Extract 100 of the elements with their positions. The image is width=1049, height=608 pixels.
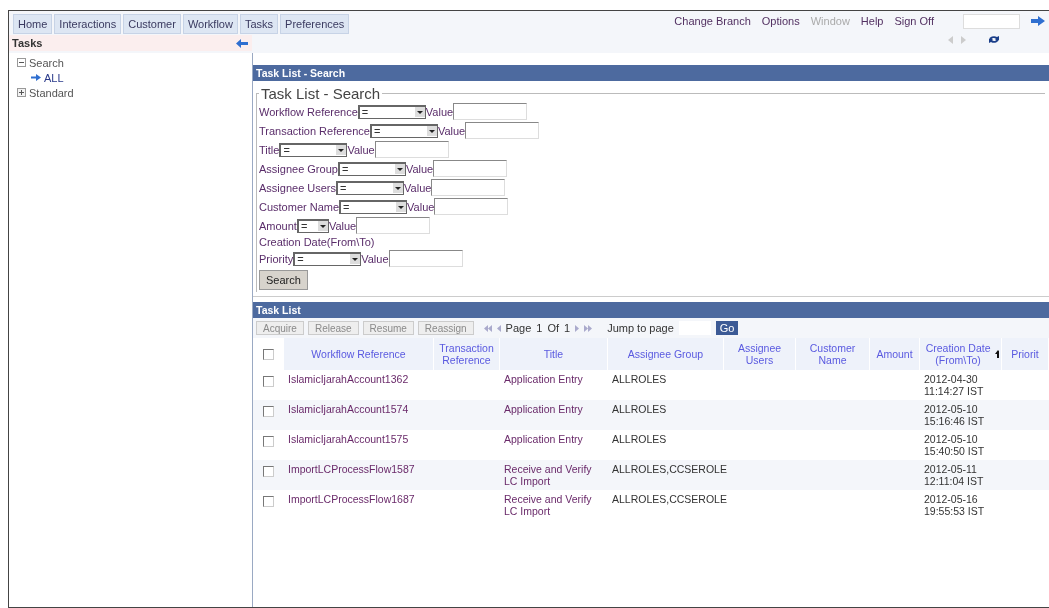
operator-dropdown[interactable]: = [337, 161, 406, 176]
table-cell: IslamicIjarahAccount1362 [288, 373, 409, 385]
table-cell: IslamicIjarahAccount1575 [288, 433, 409, 445]
top-link[interactable]: Help [860, 15, 884, 27]
column-header[interactable]: Customer Name [796, 338, 870, 370]
section-header: Task List - Search [253, 65, 1049, 81]
field-label: Amount [259, 219, 297, 232]
column-header[interactable]: Assignee Group [608, 338, 724, 370]
value-field[interactable] [453, 103, 528, 120]
panel-title: Tasks [12, 37, 43, 49]
row-checkbox[interactable] [263, 376, 274, 387]
operator-dropdown[interactable]: = [357, 104, 426, 119]
table-cell: ImportLCProcessFlow1687 [288, 493, 415, 505]
value-label: Value [404, 181, 432, 194]
field-label: Customer Name [259, 200, 340, 213]
menu-tab[interactable]: Tasks [239, 14, 279, 34]
value-field[interactable] [356, 217, 431, 234]
table-cell: 2012-05-11 12:11:04 IST [924, 463, 984, 487]
column-header[interactable]: Workflow Reference [284, 338, 434, 370]
field-label: Workflow Reference [259, 105, 358, 118]
operator-dropdown[interactable]: = [279, 142, 348, 157]
menu-tab[interactable]: Customer [123, 14, 181, 34]
menu-tab[interactable]: Preferences [280, 14, 350, 34]
value-field[interactable] [388, 250, 463, 267]
field-label: Assignee Users [259, 181, 337, 194]
expand-icon[interactable] [17, 88, 26, 97]
row-checkbox[interactable] [263, 436, 274, 447]
field-label: Transaction Reference [259, 124, 370, 137]
jump-label: Jump to page [607, 322, 674, 334]
value-label: Value [361, 252, 389, 265]
table-cell: 2012-04-30 11:14:27 IST [924, 373, 984, 397]
table-cell: ALLROLES,CCSEROLE [612, 493, 727, 505]
table-cell: ALLROLES [612, 373, 667, 385]
column-header[interactable]: Priorit [1002, 338, 1049, 370]
table-cell: Application Entry [504, 403, 583, 415]
go-button[interactable]: Go [715, 321, 739, 335]
arrow-right-icon[interactable] [1031, 16, 1045, 26]
form-legend: Task List - Search [259, 85, 383, 102]
value-label: Value [425, 105, 454, 118]
column-header[interactable]: Transaction Reference [434, 338, 500, 370]
value-label: Value [405, 162, 434, 175]
value-field[interactable] [433, 160, 508, 177]
field-label: Creation Date(From\To) [259, 236, 375, 248]
operator-dropdown[interactable]: = [339, 199, 408, 214]
table-cell: ALLROLES [612, 403, 667, 415]
top-link[interactable]: Change Branch [674, 15, 751, 27]
table-row[interactable]: IslamicIjarahAccount1574 Application Entry ALLROLES 2012-05-10 15:16:46 IST [253, 400, 1049, 430]
select-all-checkbox[interactable] [263, 348, 274, 360]
collapse-icon[interactable] [17, 58, 26, 67]
row-checkbox[interactable] [263, 466, 274, 477]
page-number: 1 [536, 322, 543, 334]
value-field[interactable] [465, 122, 540, 139]
column-header[interactable]: Title [500, 338, 608, 370]
tree-item[interactable]: Search [29, 56, 64, 69]
column-header[interactable]: Creation Date (From\To) [920, 338, 1002, 370]
table-cell: ImportLCProcessFlow1587 [288, 463, 415, 475]
page-label: Page [505, 322, 532, 334]
table-cell: 2012-05-10 15:40:50 IST [924, 433, 985, 457]
value-label: Value [347, 143, 375, 156]
table-cell: Receive and Verify LC Import [504, 493, 592, 517]
arrow-right-icon [31, 74, 41, 81]
column-header[interactable]: Assignee Users [724, 338, 796, 370]
column-header[interactable]: Amount [870, 338, 920, 370]
tree-item[interactable]: ALL [44, 71, 64, 84]
field-label: Priority [259, 252, 294, 265]
of-label: Of [547, 322, 559, 334]
value-label: Value [437, 124, 466, 137]
table-cell: IslamicIjarahAccount1574 [288, 403, 409, 415]
value-field[interactable] [431, 179, 506, 196]
tree-item[interactable]: Standard [29, 86, 74, 99]
refresh-icon[interactable] [988, 35, 1000, 44]
search-field[interactable] [963, 13, 1020, 29]
field-label: Title [259, 143, 280, 156]
value-label: Value [407, 200, 435, 213]
field-label: Assignee Group [259, 162, 338, 175]
menu-tab[interactable]: Workflow [182, 14, 238, 34]
search-button[interactable]: Search [259, 270, 308, 290]
value-field[interactable] [374, 141, 449, 158]
operator-dropdown[interactable]: = [336, 180, 405, 195]
value-label: Value [328, 219, 357, 232]
table-cell: 2012-05-10 15:16:46 IST [924, 403, 985, 427]
section-header: Task List [253, 302, 1049, 318]
table-cell: Application Entry [504, 433, 583, 445]
table-cell: ALLROLES [612, 433, 667, 445]
menu-tab[interactable]: Home [13, 14, 53, 34]
table-cell: Receive and Verify LC Import [504, 463, 592, 487]
row-checkbox[interactable] [263, 496, 274, 507]
page-total: 1 [564, 322, 571, 334]
operator-dropdown[interactable]: = [369, 123, 438, 138]
table-row[interactable]: ImportLCProcessFlow1587 Receive and Verify LC Import ALLROLES,CCSEROLE 2012-05-11 12:11:04 IST [253, 460, 1049, 490]
top-link[interactable]: Sign Off [894, 15, 934, 27]
operator-dropdown[interactable]: = [293, 251, 362, 266]
row-checkbox[interactable] [263, 406, 274, 417]
top-link[interactable]: Options [761, 15, 800, 27]
menu-tab[interactable]: Interactions [54, 14, 122, 34]
table-cell: 2012-05-16 19:55:53 IST [924, 493, 985, 517]
collapse-arrow-icon[interactable] [236, 38, 248, 48]
value-field[interactable] [434, 198, 509, 215]
operator-dropdown[interactable]: = [296, 218, 329, 233]
table-cell: ALLROLES,CCSEROLE [612, 463, 727, 475]
